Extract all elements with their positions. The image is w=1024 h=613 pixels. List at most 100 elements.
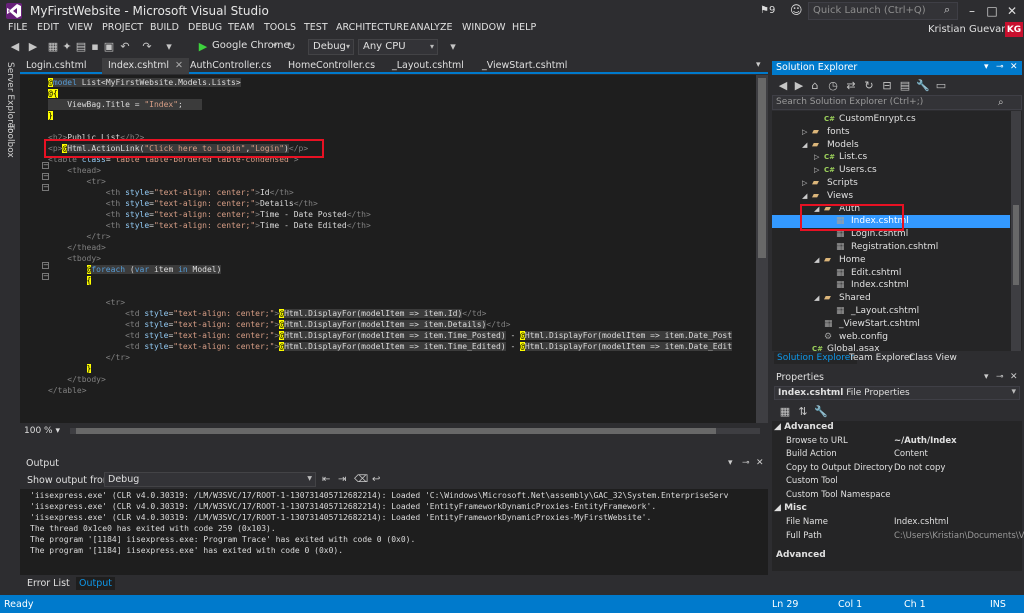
new-item-icon[interactable]: ✦ xyxy=(60,40,74,54)
tree-item[interactable]: ▷ ▰ Scripts xyxy=(772,177,1010,190)
browser-select[interactable]: Google Chrome ▾ xyxy=(208,39,290,55)
property-row[interactable]: Custom Tool xyxy=(772,475,1022,488)
panel-menu-icon[interactable]: ▾ xyxy=(728,458,733,468)
categorized-icon[interactable]: ▦ xyxy=(778,405,792,419)
editor-horizontal-scroll-thumb[interactable] xyxy=(76,428,716,434)
tab-index-cshtml[interactable]: Index.cshtml ✕ xyxy=(102,58,189,74)
notifications-count[interactable]: ⚑9 xyxy=(760,5,775,16)
clear-all-icon[interactable]: ⌫ xyxy=(354,474,368,485)
property-row[interactable]: Build Action Content xyxy=(772,448,1022,461)
forward-icon[interactable]: ▶ xyxy=(792,79,806,93)
tab-error-list[interactable]: Error List xyxy=(24,577,73,590)
alphabetical-icon[interactable]: ⇅ xyxy=(796,405,810,419)
collapse-icon[interactable]: − xyxy=(42,184,49,191)
tab-viewstart-cshtml[interactable]: _ViewStart.cshtml xyxy=(476,58,573,74)
code-editor[interactable]: @model List<MyFirstWebsite.Models.Lists>… xyxy=(36,75,756,423)
tree-item[interactable]: ⚙ web.config xyxy=(772,331,1010,344)
tab-overflow-icon[interactable]: ▾ xyxy=(756,60,761,70)
tree-item[interactable]: C# Global.asax xyxy=(772,343,1010,351)
tree-item[interactable]: ▦ Index.cshtml xyxy=(772,279,1010,292)
close-icon[interactable]: ✕ xyxy=(756,458,764,468)
tab-solution-explorer[interactable]: Solution Explorer xyxy=(774,352,857,364)
close-icon[interactable]: ✕ xyxy=(1010,372,1018,382)
menu-edit[interactable]: EDIT xyxy=(37,22,59,33)
redo-dropdown-icon[interactable]: ▾ xyxy=(162,40,176,54)
properties-icon[interactable]: 🔧 xyxy=(916,79,930,93)
menu-tools[interactable]: TOOLS xyxy=(264,22,296,33)
toolbox-tab[interactable]: Toolbox xyxy=(5,124,15,158)
editor-vertical-scroll-thumb[interactable] xyxy=(758,78,766,258)
user-name[interactable]: Kristian Guevara xyxy=(928,24,1012,35)
tree-item[interactable]: ▦ _Layout.cshtml xyxy=(772,305,1010,318)
solution-icon[interactable]: ▦ xyxy=(46,40,60,54)
tree-item[interactable]: ▷ C# List.cs xyxy=(772,151,1010,164)
property-row[interactable]: Browse to URL ~/Auth/Index xyxy=(772,435,1022,448)
expanded-triangle-icon[interactable]: ◢ xyxy=(814,292,824,305)
tree-item[interactable]: ◢ ▰ Models xyxy=(772,139,1010,152)
menu-view[interactable]: VIEW xyxy=(68,22,93,33)
tab-login-cshtml[interactable]: Login.cshtml xyxy=(20,58,92,74)
tree-item[interactable]: ▦ Edit.cshtml xyxy=(772,267,1010,280)
menu-debug[interactable]: DEBUG xyxy=(188,22,222,33)
menu-test[interactable]: TEST xyxy=(304,22,328,33)
properties-object-select[interactable]: Index.cshtml File Properties ▾ xyxy=(774,386,1020,400)
tab-authcontroller-cs[interactable]: AuthController.cs xyxy=(184,58,277,74)
redo-icon[interactable]: ↷ xyxy=(140,40,154,54)
back-icon[interactable]: ◀ xyxy=(776,79,790,93)
refresh-icon[interactable]: ↻ xyxy=(862,79,876,93)
menu-analyze[interactable]: ANALYZE xyxy=(410,22,452,33)
close-icon[interactable]: ✕ xyxy=(175,60,183,71)
category-advanced[interactable]: ◢ Advanced xyxy=(774,422,834,432)
tree-item[interactable]: ▦ Registration.cshtml xyxy=(772,241,1010,254)
collapsed-triangle-icon[interactable]: ▷ xyxy=(802,177,812,190)
collapsed-triangle-icon[interactable]: ▷ xyxy=(802,126,812,139)
property-row[interactable]: Full Path C:\Users\Kristian\Documents\Vis xyxy=(772,530,1024,543)
menu-help[interactable]: HELP xyxy=(512,22,536,33)
menu-window[interactable]: WINDOW xyxy=(462,22,506,33)
save-all-icon[interactable]: ▣ xyxy=(102,40,116,54)
show-all-files-icon[interactable]: ▤ xyxy=(898,79,912,93)
menu-build[interactable]: BUILD xyxy=(150,22,179,33)
output-source-select[interactable]: Debug ▾ xyxy=(104,472,316,487)
solution-search-input[interactable]: Search Solution Explorer (Ctrl+;) xyxy=(772,95,1022,110)
back-icon[interactable]: ◀ xyxy=(8,40,22,54)
output-text[interactable]: 'iisexpress.exe' (CLR v4.0.30319: /LM/W3… xyxy=(20,489,768,575)
panel-menu-icon[interactable]: ▾ xyxy=(984,372,989,382)
tree-item[interactable]: ◢ ▰ Views xyxy=(772,190,1010,203)
toolbar-more-icon[interactable]: ▾ xyxy=(446,40,460,54)
property-pages-icon[interactable]: 🔧 xyxy=(814,405,828,419)
open-icon[interactable]: ▤ xyxy=(74,40,88,54)
tab-class-view[interactable]: Class View xyxy=(906,352,960,364)
pending-changes-icon[interactable]: ◷ xyxy=(826,79,840,93)
property-row[interactable]: File Name Index.cshtml xyxy=(772,516,1022,529)
collapsed-triangle-icon[interactable]: ▷ xyxy=(814,164,824,177)
home-icon[interactable]: ⌂ xyxy=(808,79,822,93)
collapse-icon[interactable]: − xyxy=(42,262,49,269)
undo-icon[interactable]: ↶ xyxy=(118,40,132,54)
close-button[interactable]: ✕ xyxy=(1002,2,1022,20)
server-explorer-tab[interactable]: Server Explorer xyxy=(5,62,15,132)
property-row[interactable]: Copy to Output Directory Do not copy xyxy=(772,462,1022,475)
save-icon[interactable]: ▪ xyxy=(88,40,102,54)
expanded-triangle-icon[interactable]: ◢ xyxy=(802,139,812,152)
maximize-button[interactable]: □ xyxy=(982,2,1002,20)
menu-file[interactable]: FILE xyxy=(8,22,28,33)
tab-layout-cshtml[interactable]: _Layout.cshtml xyxy=(386,58,470,74)
panel-menu-icon[interactable]: ▾ xyxy=(984,62,989,72)
pin-icon[interactable]: ⊸ xyxy=(996,62,1004,72)
expanded-triangle-icon[interactable]: ◢ xyxy=(802,190,812,203)
menu-project[interactable]: PROJECT xyxy=(102,22,143,33)
collapse-icon[interactable]: − xyxy=(42,173,49,180)
property-row[interactable]: Custom Tool Namespace xyxy=(772,489,1022,502)
collapsed-triangle-icon[interactable]: ▷ xyxy=(814,151,824,164)
tab-output[interactable]: Output xyxy=(76,577,115,590)
minimize-button[interactable]: – xyxy=(962,2,982,20)
forward-icon[interactable]: ▶ xyxy=(26,40,40,54)
close-icon[interactable]: ✕ xyxy=(1010,62,1018,72)
pin-icon[interactable]: ⊸ xyxy=(996,372,1004,382)
quick-launch-input[interactable]: Quick Launch (Ctrl+Q) xyxy=(808,2,958,20)
category-misc[interactable]: ◢ Misc xyxy=(774,503,807,513)
pin-icon[interactable]: ⊸ xyxy=(742,458,750,468)
word-wrap-icon[interactable]: ↩ xyxy=(372,474,380,485)
tree-item[interactable]: ◢ ▰ Shared xyxy=(772,292,1010,305)
